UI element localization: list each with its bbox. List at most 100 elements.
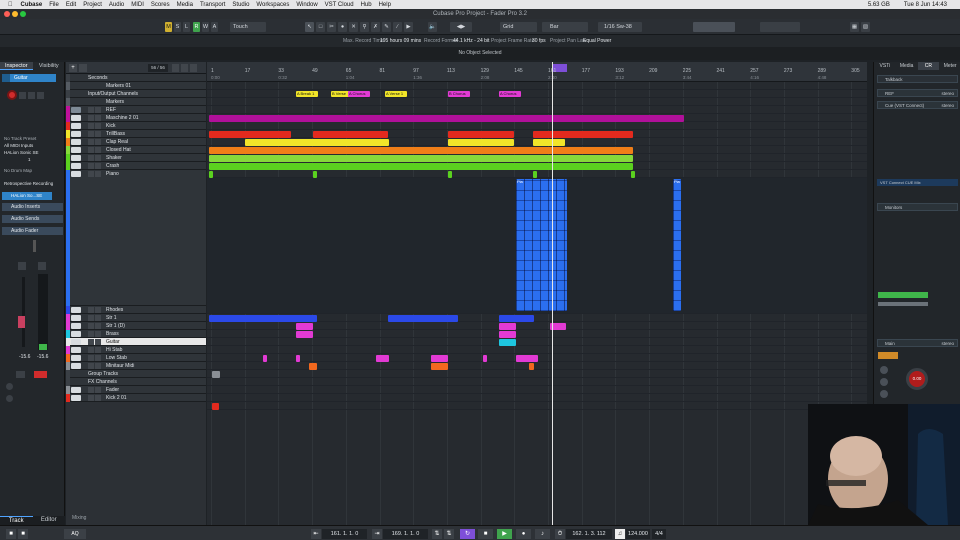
track-row[interactable]: Markers 01 [66, 82, 206, 90]
search-icon[interactable] [181, 64, 188, 72]
write-auto-button[interactable] [37, 92, 44, 99]
menu-audio[interactable]: Audio [109, 2, 124, 8]
layout-icon-2[interactable]: ▧ [861, 22, 870, 32]
right-locator[interactable]: 169. 1. 1. 0 [383, 529, 428, 539]
marker-event[interactable]: A Chorus [348, 91, 370, 97]
track-lane[interactable] [207, 106, 867, 114]
midi-part[interactable] [499, 331, 516, 338]
monitors-section[interactable]: Monitors [877, 203, 958, 211]
track-name[interactable]: Brass [106, 330, 119, 338]
track-mute-solo-buttons[interactable] [88, 155, 104, 161]
track-row[interactable]: Str 1 (D) [66, 322, 206, 330]
track-lane[interactable] [207, 386, 867, 394]
tab-track[interactable]: Track [0, 516, 33, 525]
track-name[interactable]: Fader [106, 386, 119, 394]
marker-event[interactable]: A Chorus [499, 91, 521, 97]
track-name[interactable]: Crash [106, 162, 119, 170]
tab-media[interactable]: Media [896, 62, 918, 70]
midi-part[interactable] [533, 171, 537, 178]
fader-value[interactable]: -15.6 [19, 354, 30, 360]
track-lane[interactable] [207, 98, 867, 106]
track-row[interactable]: Group Tracks [66, 370, 206, 378]
track-name[interactable]: FX Channels [88, 378, 117, 386]
inspector-track-name[interactable]: Guitar [2, 74, 56, 82]
tab-control-room[interactable]: CR [917, 62, 940, 70]
go-left-locator-icon[interactable]: ⇤ [311, 529, 321, 539]
track-mute-solo-buttons[interactable] [88, 147, 104, 153]
track-name[interactable]: TrillBass [106, 130, 125, 138]
monitor-volume-dial[interactable]: 0.00 [906, 368, 928, 390]
range-tool-icon[interactable]: □ [316, 22, 325, 32]
edit-icon[interactable] [6, 395, 13, 402]
track-name[interactable]: Group Tracks [88, 370, 118, 378]
cue-ref[interactable]: REF stereo [877, 89, 958, 97]
power-icon[interactable] [6, 383, 13, 390]
track-color-strip[interactable] [66, 362, 70, 370]
tempo-track-icon[interactable]: ♫ [615, 529, 625, 539]
marker-event[interactable]: B Chorus [448, 91, 470, 97]
track-mute-solo-buttons[interactable] [88, 363, 104, 369]
track-color-strip[interactable] [66, 114, 70, 122]
left-locator[interactable]: 161. 1. 1. 0 [322, 529, 367, 539]
track-row[interactable]: Crash [66, 162, 206, 170]
ref-level-icon[interactable] [880, 378, 888, 386]
track-name[interactable]: Piano [106, 170, 119, 178]
track-mute-solo-buttons[interactable] [88, 323, 104, 329]
layout-icon[interactable]: ▦ [850, 22, 859, 32]
track-row[interactable]: Clap Real [66, 138, 206, 146]
track-row[interactable]: Shaker [66, 154, 206, 162]
punch-in-icon[interactable]: ⇅ [432, 529, 442, 539]
glue-tool-icon[interactable]: ● [338, 22, 347, 32]
record-button[interactable]: ● [516, 529, 531, 539]
retrospective-recording[interactable]: Retrospective Recording [4, 181, 53, 186]
piano-part[interactable]: Pia [673, 179, 681, 311]
auto-button[interactable]: A [211, 22, 218, 32]
track-row[interactable]: TrillBass [66, 130, 206, 138]
nudge-palette[interactable]: ◀▶ [450, 22, 472, 32]
track-row[interactable]: Fader [66, 386, 206, 394]
track-row[interactable]: Kick 2 01 [66, 394, 206, 402]
menu-scores[interactable]: Scores [151, 2, 170, 8]
mute-fader-button[interactable] [18, 262, 26, 270]
track-row[interactable]: Closed Hat [66, 146, 206, 154]
midi-part[interactable] [313, 171, 317, 178]
track-color-strip[interactable] [66, 322, 70, 330]
track-name[interactable]: Kick 2 01 [106, 394, 127, 402]
midi-part[interactable] [448, 139, 514, 146]
grid-select[interactable]: Bar [542, 22, 588, 32]
record-fader-button[interactable] [34, 371, 47, 378]
track-name[interactable]: Markers [106, 98, 124, 106]
filter-icon[interactable] [172, 64, 179, 72]
track-lane[interactable] [207, 370, 867, 378]
tempo-display[interactable]: 124.000 [626, 529, 650, 539]
midi-part[interactable] [431, 363, 448, 370]
punch-out-icon[interactable]: ⇅ [444, 529, 454, 539]
track-color-strip[interactable] [66, 378, 70, 386]
frame-rate-value[interactable]: 30 fps [532, 38, 546, 44]
track-color-strip[interactable] [66, 370, 70, 378]
piano-part[interactable]: Pia [516, 179, 567, 311]
track-mute-solo-buttons[interactable] [88, 123, 104, 129]
marker-event[interactable]: A Break 1 [296, 91, 318, 97]
timeline-ruler[interactable]: 1173349658197113129145161177193209225241… [207, 62, 867, 82]
midi-part[interactable] [376, 355, 389, 362]
menu-studio[interactable]: Studio [232, 2, 249, 8]
dim-icon[interactable] [880, 366, 888, 374]
track-lane[interactable] [207, 402, 867, 410]
track-name[interactable]: Str 1 [106, 314, 117, 322]
track-name[interactable]: Input/Output Channels [88, 90, 138, 98]
track-color-strip[interactable] [66, 330, 70, 338]
midi-part[interactable] [209, 315, 317, 322]
track-mute-solo-buttons[interactable] [88, 347, 104, 353]
track-row[interactable]: Minitaur Midi [66, 362, 206, 370]
track-preset[interactable]: No Track Preset [4, 136, 36, 141]
read-auto-button[interactable] [28, 92, 35, 99]
track-row[interactable]: REF [66, 106, 206, 114]
speaker-icon[interactable]: 🔈 [428, 22, 437, 32]
tab-meter[interactable]: Meter [939, 62, 960, 70]
main-monitor[interactable]: Main stereo [877, 339, 958, 347]
monitor-button[interactable] [19, 92, 26, 99]
midi-part[interactable] [529, 363, 534, 370]
track-lane[interactable] [207, 338, 867, 346]
track-color-strip[interactable] [66, 386, 70, 394]
